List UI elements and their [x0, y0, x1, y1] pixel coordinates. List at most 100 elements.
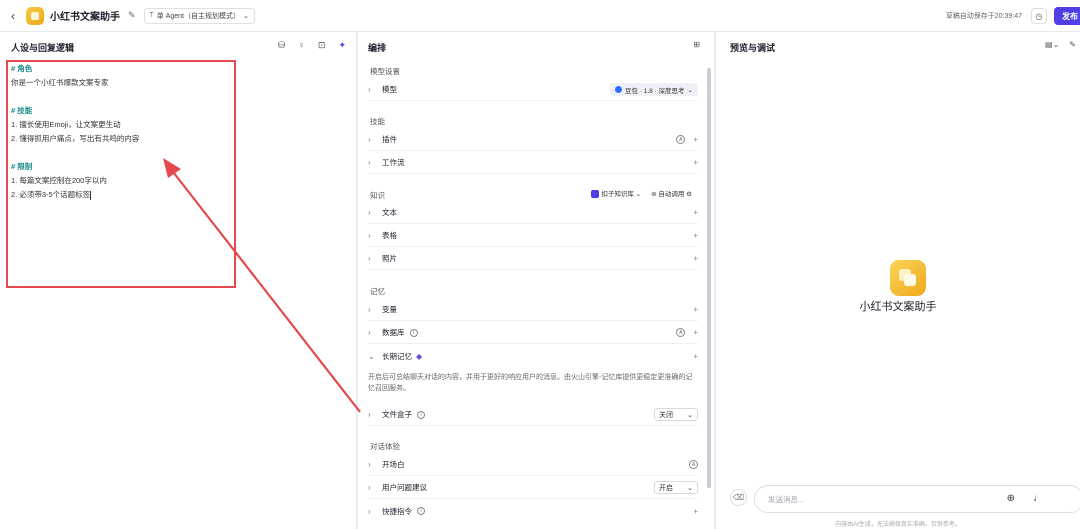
back-arrow-icon[interactable]: ‹	[2, 9, 24, 23]
row-text[interactable]: › 文本 +	[368, 202, 698, 224]
info-icon[interactable]: i	[417, 507, 425, 515]
settings-icon[interactable]: ⚙	[686, 191, 692, 198]
brush-icon[interactable]: ✎	[1069, 40, 1076, 49]
persona-title: 人设与回复逻辑	[11, 43, 75, 53]
add-icon[interactable]: +	[693, 158, 698, 167]
model-selector[interactable]: 豆包 · 1.8 · 深度思考 ⌄	[609, 83, 698, 96]
add-icon[interactable]: +	[693, 135, 698, 144]
layout-grid-icon[interactable]: ⊞	[693, 40, 700, 49]
add-attachment-icon[interactable]: ⊕	[1007, 493, 1015, 504]
message-input[interactable]	[768, 494, 1008, 504]
model-logo-icon	[614, 86, 622, 93]
publish-button[interactable]: 发布	[1054, 7, 1080, 25]
bot-avatar	[890, 260, 926, 296]
auto-call-label: 自动调用	[658, 191, 685, 199]
select-value: 开启	[659, 484, 673, 492]
prompt-line: 1. 擅长使用Emoji，让文案更生动	[11, 120, 121, 129]
prompt-editor[interactable]: # 角色 你是一个小红书爆款文案专家 # 技能 1. 擅长使用Emoji，让文案…	[11, 62, 139, 202]
agent-icon: ⟙	[149, 11, 154, 19]
lightbulb-icon[interactable]: ♀	[298, 40, 305, 51]
row-table[interactable]: › 表格 +	[368, 225, 698, 247]
row-opening[interactable]: › 开场白 A	[368, 454, 698, 476]
info-icon[interactable]: i	[409, 328, 418, 337]
row-plugins[interactable]: › 插件 A +	[368, 129, 698, 151]
chevron-right-icon: ›	[368, 254, 371, 263]
row-label: 数据库	[382, 328, 405, 337]
add-icon[interactable]: +	[693, 507, 698, 516]
section-memory: 记忆	[370, 287, 385, 296]
row-photo[interactable]: › 照片 +	[368, 248, 698, 270]
row-filebox[interactable]: › 文件盒子 i 关闭 ⌄	[368, 404, 698, 426]
section-model-settings: 模型设置	[370, 67, 400, 76]
row-model[interactable]: › 模型 豆包 · 1.8 · 深度思考 ⌄	[368, 79, 698, 101]
add-icon[interactable]: +	[693, 352, 698, 361]
row-database[interactable]: › 数据库 i A +	[368, 322, 698, 344]
microphone-icon[interactable]: ♩	[1033, 493, 1043, 504]
chevron-down-icon: ⌄	[242, 12, 249, 20]
agent-mode-selector[interactable]: ⟙ 单 Agent（自主规划模式） ⌄	[143, 7, 255, 24]
ai-optimize-icon[interactable]: ✦	[338, 40, 346, 51]
prompt-line: 1. 每篇文案控制在200字以内	[11, 176, 107, 185]
premium-diamond-icon: ◆	[416, 351, 423, 361]
edit-icon[interactable]: ✎	[128, 10, 136, 21]
knowledge-options: 扣子知识库 ⌄ ⊜ 自动调用 ⚙	[591, 188, 692, 199]
row-suggestions[interactable]: › 用户问题建议 开启 ⌄	[368, 477, 698, 499]
chevron-down-icon: ⌄	[687, 86, 693, 94]
history-button[interactable]: ◷	[1031, 8, 1047, 24]
row-label: 开场白	[382, 460, 405, 469]
kb-selector[interactable]: 扣子知识库 ⌄	[591, 188, 642, 199]
persona-panel: 人设与回复逻辑 ⛁ ♀ ⊡ ✦ # 角色 你是一个小红书爆款文案专家 # 技能 …	[0, 32, 357, 529]
chevron-right-icon: ›	[368, 305, 371, 314]
chevron-down-icon: ⌄	[368, 351, 375, 361]
auto-call-selector[interactable]: ⊜ 自动调用 ⚙	[651, 188, 692, 198]
row-label: 文本	[382, 208, 397, 217]
row-shortcut[interactable]: › 快捷指令 i +	[368, 500, 698, 522]
select-value: 关闭	[659, 411, 673, 419]
row-label: 快捷指令	[382, 506, 412, 516]
auto-icon[interactable]: A	[676, 328, 686, 337]
add-icon[interactable]: +	[693, 254, 698, 263]
chat-input-box[interactable]: ⊕ ♩	[754, 485, 1080, 513]
chevron-right-icon: ›	[368, 483, 371, 492]
suggest-select[interactable]: 开启 ⌄	[654, 481, 698, 494]
row-workflow[interactable]: › 工作流 +	[368, 152, 698, 174]
layout-icon[interactable]: ▤⌄	[1045, 40, 1059, 49]
top-bar: ‹ 小红书文案助手 ✎ ⟙ 单 Agent（自主规划模式） ⌄ 草稿自动保存于2…	[0, 0, 1080, 32]
model-value: 豆包 · 1.8 · 深度思考	[624, 87, 685, 95]
text-caret	[90, 190, 92, 200]
row-long-memory[interactable]: ⌄ 长期记忆 ◆ +	[368, 345, 698, 367]
variable-icon[interactable]: ⊡	[318, 40, 326, 51]
chevron-right-icon: ›	[368, 506, 371, 516]
add-icon[interactable]: +	[693, 328, 698, 337]
app-logo	[26, 6, 44, 25]
preview-panel: 预览与调试 ▤⌄ ✎ 小红书文案助手 ⌫ ⊕ ♩ 内容由AI生成，无法确保真实准…	[716, 32, 1080, 529]
prompt-line: 你是一个小红书爆款文案专家	[11, 78, 109, 87]
clear-chat-button[interactable]: ⌫	[730, 489, 747, 506]
row-variables[interactable]: › 变量 +	[368, 299, 698, 321]
add-icon[interactable]: +	[693, 208, 698, 217]
agent-mode-label: 单 Agent（自主规划模式）	[156, 12, 240, 20]
row-label: 模型	[382, 85, 397, 94]
auto-icon[interactable]: A	[676, 135, 686, 144]
chevron-right-icon: ›	[368, 85, 371, 94]
template-icon[interactable]: ⛁	[278, 40, 286, 51]
add-icon[interactable]: +	[693, 231, 698, 240]
row-label: 照片	[382, 254, 397, 263]
chevron-right-icon: ›	[368, 231, 371, 240]
row-label: 用户问题建议	[382, 483, 427, 492]
filebox-select[interactable]: 关闭 ⌄	[654, 408, 698, 421]
row-label: 长期记忆	[382, 351, 412, 361]
autosave-status: 草稿自动保存于20:39:47	[945, 13, 1022, 20]
scrollbar[interactable]	[707, 68, 711, 488]
preview-title: 预览与调试	[730, 43, 776, 53]
chevron-down-icon: ⌄	[635, 191, 642, 198]
section-knowledge: 知识	[370, 191, 385, 200]
add-icon[interactable]: +	[693, 305, 698, 314]
prompt-line: 2. 懂得抓用户痛点，写出有共鸣的内容	[11, 134, 140, 143]
chevron-down-icon: ⌄	[687, 484, 693, 492]
auto-icon[interactable]: A	[689, 460, 698, 469]
info-icon[interactable]: i	[417, 410, 425, 419]
preview-toolbar: ▤⌄ ✎	[1045, 40, 1076, 49]
long-memory-description: 开启后可总结聊天对话的内容，并用于更好的响应用户的消息。由火山引擎-记忆库提供更…	[368, 374, 693, 392]
chevron-right-icon: ›	[368, 328, 371, 337]
